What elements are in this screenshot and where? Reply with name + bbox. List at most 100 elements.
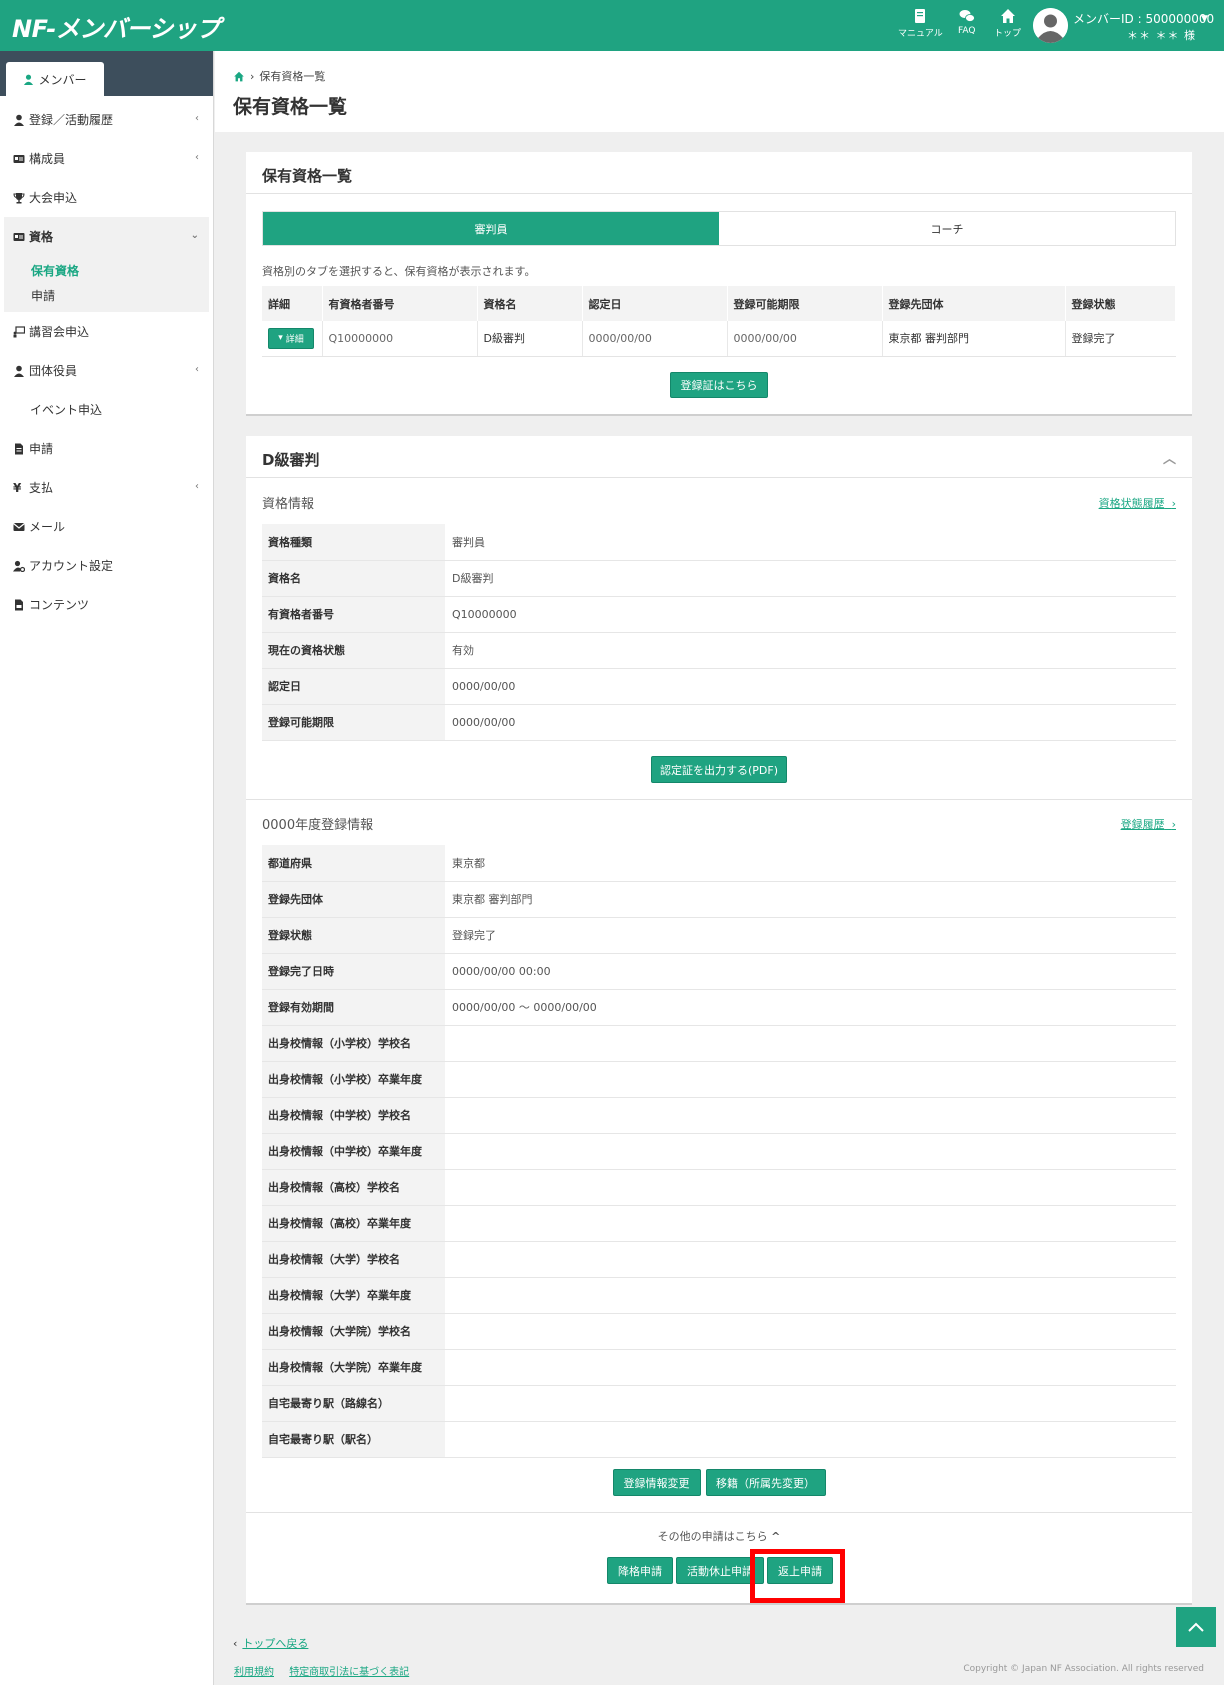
col-header: 登録可能期限: [727, 286, 883, 321]
breadcrumb-separator: ›: [250, 69, 255, 83]
sidebar-item-officer[interactable]: 団体役員 ‹: [0, 351, 213, 390]
id-card-icon: [13, 232, 25, 241]
chevron-down-icon[interactable]: ▼: [1201, 14, 1208, 24]
nav-manual[interactable]: マニュアル: [898, 8, 943, 39]
info-value: 登録完了: [445, 917, 1176, 954]
tab-coach[interactable]: コーチ: [719, 212, 1175, 245]
chevron-left-icon: ‹: [195, 481, 199, 492]
chevron-up-icon: ^: [771, 1530, 781, 1543]
info-row: 自宅最寄り駅（駅名）: [262, 1421, 1176, 1458]
info-key: 資格名: [262, 560, 445, 597]
info-key: 自宅最寄り駅（路線名）: [262, 1385, 445, 1422]
info-row: 登録完了日時 0000/00/00 00:00: [262, 953, 1176, 990]
highlight-box: [750, 1549, 845, 1603]
info-value: 東京都: [445, 845, 1176, 882]
info-row: 出身校情報（高校）学校名: [262, 1169, 1176, 1206]
link-label: 登録履歴: [1120, 818, 1165, 831]
sidebar-group-qualification: 資格 ⌄ 保有資格 申請: [4, 217, 209, 312]
sidebar-item-history[interactable]: 登録／活動履歴 ‹: [0, 100, 213, 139]
sidebar-item-application[interactable]: 申請: [0, 429, 213, 468]
sidebar-item-label: 登録／活動履歴: [29, 113, 114, 127]
file-icon: [15, 443, 23, 454]
col-header: 有資格者番号: [322, 286, 478, 321]
col-header: 登録先団体: [882, 286, 1066, 321]
app-logo[interactable]: NF-メンバーシップ: [12, 9, 220, 44]
info-key: 資格種類: [262, 524, 445, 561]
sidebar-item-contents[interactable]: コンテンツ: [0, 585, 213, 624]
sidebar-subitem-owned-qualification[interactable]: 保有資格: [4, 256, 209, 284]
info-value: [445, 1277, 1176, 1314]
qual-status-history-link[interactable]: 資格状態履歴 ›: [1099, 495, 1176, 511]
info-row: 登録可能期限 0000/00/00: [262, 704, 1176, 741]
detail-card-title: D級審判: [262, 451, 320, 469]
home-icon[interactable]: [233, 71, 245, 82]
sidebar-item-members[interactable]: 構成員 ‹: [0, 139, 213, 178]
info-row: 登録状態 登録完了: [262, 917, 1176, 954]
copyright: Copyright © Japan NF Association. All ri…: [963, 1664, 1204, 1674]
back-to-top-link[interactable]: ‹ トップへ戻る: [233, 1635, 308, 1651]
info-value: 0000/00/00: [445, 668, 1176, 705]
info-row: 出身校情報（中学校）学校名: [262, 1097, 1176, 1134]
col-header: 詳細: [262, 286, 323, 321]
sidebar-item-mail[interactable]: メール: [0, 507, 213, 546]
sidebar-subitem-application[interactable]: 申請: [4, 284, 209, 312]
change-registration-button[interactable]: 登録情報変更: [612, 1469, 701, 1496]
sidebar-item-label: 団体役員: [29, 364, 78, 378]
info-key: 登録状態: [262, 917, 445, 954]
chat-icon: [959, 10, 975, 22]
info-value: 東京都 審判部門: [445, 881, 1176, 918]
page-top-button[interactable]: [1176, 1607, 1216, 1647]
info-value: [445, 1025, 1176, 1062]
detail-button[interactable]: ▾ 詳細: [268, 327, 314, 349]
info-row: 登録有効期間 0000/00/00 ～ 0000/00/00: [262, 989, 1176, 1026]
sidebar-item-label: 構成員: [29, 152, 66, 166]
info-row: 資格種類 審判員: [262, 524, 1176, 561]
info-row: 出身校情報（大学院）卒業年度: [262, 1349, 1176, 1386]
info-key: 出身校情報（高校）学校名: [262, 1169, 445, 1206]
info-key: 出身校情報（中学校）卒業年度: [262, 1133, 445, 1170]
info-value: [445, 1349, 1176, 1386]
chevron-up-icon[interactable]: ︿: [1163, 448, 1176, 467]
sidebar-tab-member[interactable]: メンバー: [6, 62, 104, 96]
nav-top[interactable]: トップ: [994, 8, 1021, 39]
tab-referee[interactable]: 審判員: [263, 212, 719, 245]
sidebar-item-tournament[interactable]: 大会申込: [0, 178, 213, 217]
sidebar-item-payment[interactable]: ¥ 支払 ‹: [0, 468, 213, 507]
info-key: 登録可能期限: [262, 704, 445, 741]
nav-faq[interactable]: FAQ: [958, 8, 975, 36]
info-row: 都道府県 東京都: [262, 845, 1176, 882]
sidebar-item-course[interactable]: 講習会申込: [0, 312, 213, 351]
table-cell: 0000/00/00: [727, 321, 883, 357]
registration-card-button[interactable]: 登録証はこちら: [670, 372, 768, 398]
chevron-right-icon: ›: [1171, 497, 1176, 510]
commercial-law-link[interactable]: 特定商取引法に基づく表記: [289, 1667, 409, 1678]
other-applications-toggle[interactable]: その他の申請はこちら ^: [246, 1528, 1192, 1544]
home-icon: [1000, 9, 1015, 23]
table-cell: 登録完了: [1065, 321, 1176, 357]
sidebar-item-qualification[interactable]: 資格 ⌄: [4, 217, 209, 256]
info-row: 資格名 D級審判: [262, 560, 1176, 597]
sidebar-item-account[interactable]: アカウント設定: [0, 546, 213, 585]
info-key: 登録先団体: [262, 881, 445, 918]
tab-note: 資格別のタブを選択すると、保有資格が表示されます。: [262, 265, 536, 278]
terms-link[interactable]: 利用規約: [234, 1667, 274, 1678]
user-cog-icon: [13, 560, 25, 572]
output-certificate-pdf-button[interactable]: 認定証を出力する(PDF): [651, 756, 787, 783]
chevron-left-icon: ‹: [195, 113, 199, 124]
info-value: 有効: [445, 632, 1176, 669]
demotion-application-button[interactable]: 降格申請: [607, 1557, 673, 1584]
transfer-button[interactable]: 移籍（所属先変更）: [705, 1469, 826, 1496]
reg-action-buttons: 登録情報変更 移籍（所属先変更）: [246, 1469, 1192, 1496]
info-row: 出身校情報（大学）卒業年度: [262, 1277, 1176, 1314]
info-row: 出身校情報（大学）学校名: [262, 1241, 1176, 1278]
page-head: › 保有資格一覧 保有資格一覧: [215, 51, 1224, 132]
sidebar-item-event[interactable]: イベント申込: [0, 390, 213, 429]
table-cell: 東京都 審判部門: [882, 321, 1066, 357]
reg-info-heading: 0000年度登録情報: [262, 818, 374, 833]
user-icon: [24, 74, 34, 85]
avatar[interactable]: [1033, 8, 1068, 43]
info-key: 出身校情報（小学校）学校名: [262, 1025, 445, 1062]
top-header: NF-メンバーシップ マニュアル FAQ トップ メンバーID : 500000…: [0, 0, 1224, 51]
registration-history-link[interactable]: 登録履歴 ›: [1121, 816, 1176, 832]
info-value: [445, 1133, 1176, 1170]
